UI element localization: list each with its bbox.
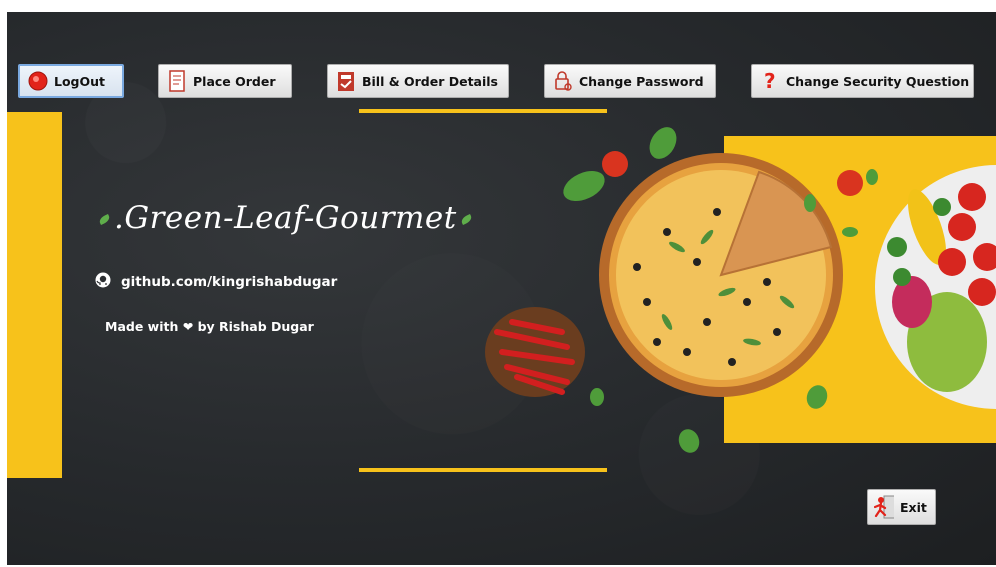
change-password-label: Change Password <box>579 73 704 89</box>
made-with-credit: Made with ❤ by Rishab Dugar <box>105 319 314 334</box>
lock-key-icon <box>553 70 573 92</box>
bill-order-details-button[interactable]: Bill & Order Details <box>327 64 509 98</box>
change-security-question-label: Change Security Question <box>786 73 970 89</box>
logout-label: LogOut <box>54 73 106 89</box>
leaf-icon <box>459 214 473 225</box>
change-password-button[interactable]: Change Password <box>544 64 716 98</box>
chili-bowl-image <box>485 307 585 397</box>
app-window: LogOut Place Order Bill & Order Details … <box>7 12 996 565</box>
bill-icon <box>336 70 356 92</box>
change-security-question-button[interactable]: ? Change Security Question <box>751 64 974 98</box>
exit-button[interactable]: Exit <box>867 489 936 525</box>
heart-icon: ❤ <box>182 319 194 334</box>
place-order-label: Place Order <box>193 73 276 89</box>
question-mark-icon: ? <box>760 70 780 92</box>
made-with-prefix: Made with <box>105 319 179 334</box>
bill-order-details-label: Bill & Order Details <box>362 73 498 89</box>
exit-runner-icon <box>874 495 894 519</box>
exit-label: Exit <box>900 499 927 515</box>
github-link-text: github.com/kingrishabdugar <box>121 274 338 290</box>
pizza-image <box>599 153 843 397</box>
red-record-icon <box>28 70 48 92</box>
svg-text:?: ? <box>764 70 776 92</box>
place-order-button[interactable]: Place Order <box>158 64 292 98</box>
brand-title: .Green-Leaf-Gourmet <box>95 200 476 236</box>
salad-plate-image <box>875 165 996 409</box>
leaf-icon <box>98 214 111 225</box>
logout-button[interactable]: LogOut <box>18 64 124 98</box>
github-icon <box>95 272 111 292</box>
receipt-icon <box>167 70 187 92</box>
made-with-suffix: by Rishab Dugar <box>197 319 314 334</box>
github-link[interactable]: github.com/kingrishabdugar <box>95 272 337 292</box>
brand-title-text: .Green-Leaf-Gourmet <box>114 200 457 236</box>
